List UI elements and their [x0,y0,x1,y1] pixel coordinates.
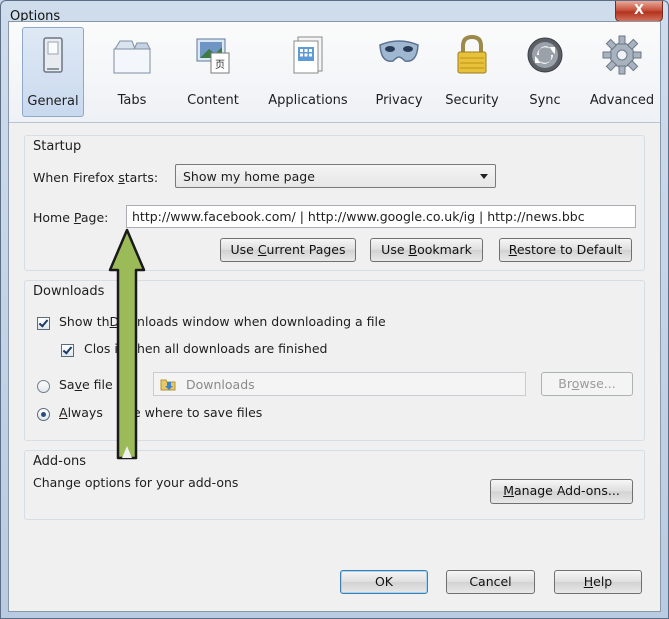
startup-group-title: Startup [33,139,82,154]
help-button[interactable]: Help [554,570,642,594]
close-button[interactable]: X [615,1,663,22]
general-icon [43,37,63,73]
dialog-client-area: General Tabs 页 Content Applications Priv… [8,21,661,612]
always-ask-label: Always me where to save files [59,405,263,420]
downloads-folder-icon [160,379,176,391]
tab-advanced[interactable]: Advanced [585,27,659,117]
manage-addons-button[interactable]: Manage Add-ons... [490,479,633,504]
tab-content-label: Content [187,93,239,108]
tab-general-label: General [27,94,79,109]
general-pane: Startup When Firefox starts: Show my hom… [9,123,660,611]
home-page-input-value: http://www.facebook.com/ | http://www.go… [132,209,585,224]
save-files-to-label: Save file o [59,377,125,392]
addons-group: Add-ons Change options for your add-ons … [24,450,645,520]
browse-button[interactable]: Browse... [541,372,633,396]
privacy-mask-icon [379,40,419,62]
padlock-icon [457,34,487,74]
addons-group-title: Add-ons [33,454,87,469]
download-folder-field: Downloads [153,372,526,396]
home-page-input[interactable]: http://www.facebook.com/ | http://www.go… [126,205,636,228]
tab-privacy-label: Privacy [375,93,423,108]
tab-applications-label: Applications [268,93,348,108]
download-folder-name: Downloads [186,377,255,392]
applications-icon [293,36,323,74]
tab-tabs-label: Tabs [117,93,147,108]
startup-select[interactable]: Show my home page [175,164,496,188]
home-page-label: Home Page: [33,210,109,225]
gear-icon [602,35,642,75]
tabs-icon [113,40,151,74]
show-downloads-checkbox[interactable] [37,317,50,330]
always-ask-radio[interactable] [37,408,50,421]
restore-to-default-button[interactable]: Restore to Default [499,238,632,262]
tab-applications[interactable]: Applications [262,27,354,117]
save-files-to-radio[interactable] [37,380,50,393]
options-window: Options X General Tabs 页 Content Applica… [0,0,669,619]
use-bookmark-button[interactable]: Use Bookmark [370,238,483,262]
close-when-finished-checkbox[interactable] [61,344,74,357]
tab-content[interactable]: 页 Content [179,27,247,117]
show-downloads-label: Show thDownloads window when downloading… [59,314,386,329]
tab-general[interactable]: General [22,27,84,117]
tab-tabs[interactable]: Tabs [105,27,159,117]
startup-group: Startup When Firefox starts: Show my hom… [24,135,645,271]
when-firefox-starts-label: When Firefox starts: [33,170,159,185]
sync-icon [527,37,563,73]
chevron-down-icon [480,174,488,179]
ok-button[interactable]: OK [340,570,428,594]
tab-privacy[interactable]: Privacy [369,27,429,117]
use-current-pages-button[interactable]: Use Current Pages [220,238,356,262]
downloads-group-title: Downloads [33,284,105,299]
svg-text:页: 页 [215,59,225,71]
tab-sync-label: Sync [529,93,561,108]
tab-sync[interactable]: Sync [519,27,571,117]
tab-security[interactable]: Security [441,27,503,117]
downloads-group: Downloads Show thDownloads window when d… [24,280,645,441]
category-toolbar: General Tabs 页 Content Applications Priv… [9,22,660,123]
tab-advanced-label: Advanced [589,93,655,108]
startup-select-value: Show my home page [183,169,315,184]
tab-security-label: Security [445,93,499,108]
content-icon: 页 [196,38,230,74]
close-when-finished-label: Clos it when all downloads are finished [84,341,328,356]
cancel-button[interactable]: Cancel [446,570,535,594]
addons-description: Change options for your add-ons [33,475,239,490]
